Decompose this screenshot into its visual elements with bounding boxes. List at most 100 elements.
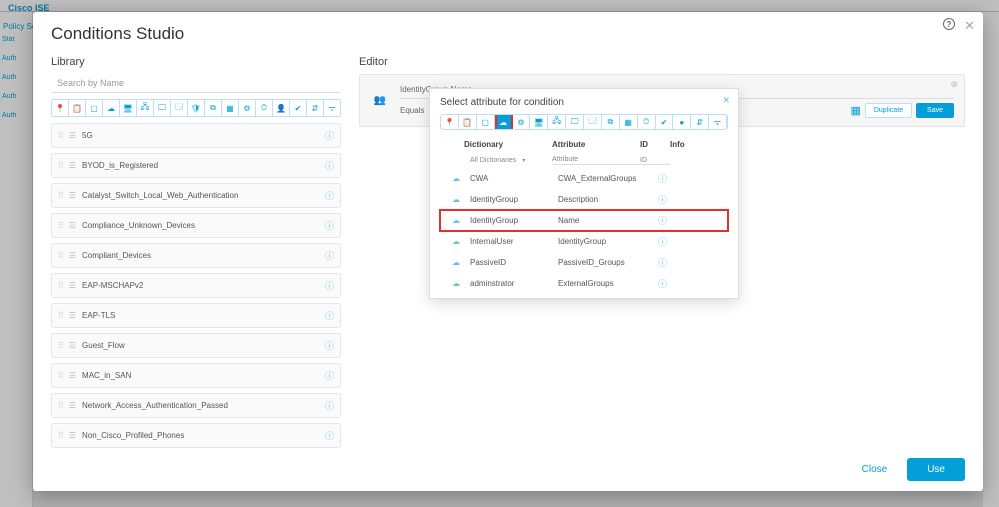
popup-close-icon[interactable]: ✕ — [722, 95, 730, 106]
library-item[interactable]: ⠿☰5Gⓘ — [51, 123, 341, 148]
editor-close-icon[interactable]: ⊗ — [950, 79, 958, 90]
editor-header: Editor — [359, 56, 965, 68]
filter-icon[interactable]: 📋 — [459, 115, 477, 129]
popup-filter-row[interactable]: All Dictionaries▾ Attribute ID — [440, 153, 728, 168]
filter-icon[interactable]: 👤 — [273, 100, 290, 116]
filter-icon[interactable]: ⧉ — [602, 115, 620, 129]
drag-grip-icon[interactable]: ⠿ — [58, 131, 63, 140]
filter-icon[interactable]: ● — [673, 115, 691, 129]
drag-grip-icon[interactable]: ⠿ — [58, 251, 63, 260]
drag-grip-icon[interactable]: ⠿ — [58, 341, 63, 350]
filter-icon[interactable]: 🛡 — [188, 100, 205, 116]
chevron-down-icon[interactable]: ▾ — [522, 157, 525, 164]
info-icon[interactable]: ⓘ — [325, 219, 334, 232]
filter-icon[interactable]: 🖥 — [530, 115, 548, 129]
drag-grip-icon[interactable]: ⠿ — [58, 431, 63, 440]
info-icon[interactable]: ⓘ — [658, 277, 667, 290]
library-item[interactable]: ⠿☰Compliance_Unknown_Devicesⓘ — [51, 213, 341, 238]
info-icon[interactable]: ⓘ — [325, 399, 334, 412]
doc-icon: ☰ — [69, 341, 76, 350]
info-icon[interactable]: ⓘ — [658, 193, 667, 206]
drag-grip-icon[interactable]: ⠿ — [58, 191, 63, 200]
drag-grip-icon[interactable]: ⠿ — [58, 161, 63, 170]
info-icon[interactable]: ⓘ — [658, 172, 667, 185]
person-group-icon: 👥 — [370, 91, 390, 111]
info-icon[interactable]: ⓘ — [325, 249, 334, 262]
drag-grip-icon[interactable]: ⠿ — [58, 311, 63, 320]
library-item[interactable]: ⠿☰Catalyst_Switch_Local_Web_Authenticati… — [51, 183, 341, 208]
drag-grip-icon[interactable]: ⠿ — [58, 371, 63, 380]
filter-icon[interactable]: ⏱ — [256, 100, 273, 116]
filter-icon[interactable]: ⇵ — [307, 100, 324, 116]
filter-icon[interactable]: ⚙ — [513, 115, 531, 129]
editor-panel: Editor ⊗ 👥 IdentityGroup·Name Equals Set… — [359, 56, 965, 448]
info-icon[interactable]: ⓘ — [325, 189, 334, 202]
filter-icon[interactable]: ✔ — [290, 100, 307, 116]
filter-icon[interactable]: 📍 — [441, 115, 459, 129]
attribute-row[interactable]: ☁InternalUserIdentityGroupⓘ — [440, 231, 728, 252]
filter-icon[interactable]: ▢ — [86, 100, 103, 116]
modal-body: Library Search by Name 📍📋▢☁🖥🖧🖵🗔🛡⧉▦⚙⏱👤✔⇵ᯤ… — [33, 50, 983, 448]
filter-icon[interactable]: ☁ — [495, 115, 513, 129]
row-icon: ☁ — [452, 237, 470, 246]
close-icon[interactable]: ✕ — [964, 18, 975, 34]
info-icon[interactable]: ⓘ — [325, 159, 334, 172]
library-item[interactable]: ⠿☰Guest_Flowⓘ — [51, 333, 341, 358]
filter-icon[interactable]: 📍 — [52, 100, 69, 116]
search-input[interactable]: Search by Name — [51, 74, 341, 93]
attribute-row[interactable]: ☁PassiveIDPassiveID_Groupsⓘ — [440, 252, 728, 273]
attribute-row[interactable]: ☁IdentityGroupDescriptionⓘ — [440, 189, 728, 210]
drag-grip-icon[interactable]: ⠿ — [58, 401, 63, 410]
info-icon[interactable]: ⓘ — [325, 429, 334, 442]
filter-icon[interactable]: ▦ — [222, 100, 239, 116]
filter-icon[interactable]: ☁ — [103, 100, 120, 116]
operator-dropdown[interactable]: Equals — [400, 106, 424, 115]
save-button[interactable]: Save — [916, 103, 954, 118]
info-icon[interactable]: ⓘ — [325, 129, 334, 142]
library-item[interactable]: ⠿☰EAP-TLSⓘ — [51, 303, 341, 328]
close-button[interactable]: Close — [852, 459, 898, 480]
drag-grip-icon[interactable]: ⠿ — [58, 221, 63, 230]
attribute-row[interactable]: ☁IdentityGroupNameⓘ — [440, 210, 728, 231]
filter-icon[interactable]: 📋 — [69, 100, 86, 116]
info-icon[interactable]: ⓘ — [658, 214, 667, 227]
filter-icon[interactable]: ✔ — [656, 115, 674, 129]
info-icon[interactable]: ⓘ — [325, 339, 334, 352]
modal-footer: Close Use — [33, 448, 983, 491]
info-icon[interactable]: ⓘ — [325, 309, 334, 322]
grid-view-icon[interactable]: ▦ — [850, 104, 860, 117]
info-icon[interactable]: ⓘ — [658, 256, 667, 269]
filter-icon[interactable]: ᯤ — [709, 115, 727, 129]
filter-icon[interactable]: 🖵 — [154, 100, 171, 116]
library-item[interactable]: ⠿☰MAC_in_SANⓘ — [51, 363, 341, 388]
filter-icon[interactable]: 🖵 — [566, 115, 584, 129]
filter-icon[interactable]: ⇵ — [691, 115, 709, 129]
filter-icon[interactable]: 🖧 — [137, 100, 154, 116]
use-button[interactable]: Use — [907, 458, 965, 481]
library-item[interactable]: ⠿☰BYOD_is_Registeredⓘ — [51, 153, 341, 178]
attribute-row[interactable]: ☁adminstratorExternalGroupsⓘ — [440, 273, 728, 294]
row-icon: ☁ — [452, 195, 470, 204]
help-icon[interactable]: ? — [943, 18, 955, 30]
info-icon[interactable]: ⓘ — [325, 369, 334, 382]
filter-icon[interactable]: ⏱ — [638, 115, 656, 129]
library-list[interactable]: ⠿☰5Gⓘ ⠿☰BYOD_is_Registeredⓘ ⠿☰Catalyst_Swi… — [51, 123, 341, 448]
filter-icon[interactable]: ᯤ — [324, 100, 340, 116]
filter-icon[interactable]: 🗔 — [584, 115, 602, 129]
filter-icon[interactable]: ⧉ — [205, 100, 222, 116]
filter-icon[interactable]: ▦ — [620, 115, 638, 129]
info-icon[interactable]: ⓘ — [325, 279, 334, 292]
filter-icon[interactable]: 🖥 — [120, 100, 137, 116]
attribute-row[interactable]: ☁CWACWA_ExternalGroupsⓘ — [440, 168, 728, 189]
filter-icon[interactable]: 🗔 — [171, 100, 188, 116]
library-item[interactable]: ⠿☰Network_Access_Authentication_Passedⓘ — [51, 393, 341, 418]
drag-grip-icon[interactable]: ⠿ — [58, 281, 63, 290]
library-item[interactable]: ⠿☰Compliant_Devicesⓘ — [51, 243, 341, 268]
filter-icon[interactable]: 🖧 — [548, 115, 566, 129]
duplicate-button[interactable]: Duplicate — [865, 103, 912, 118]
library-item[interactable]: ⠿☰EAP-MSCHAPv2ⓘ — [51, 273, 341, 298]
library-item[interactable]: ⠿☰Non_Cisco_Profiled_Phonesⓘ — [51, 423, 341, 448]
filter-icon[interactable]: ⚙ — [239, 100, 256, 116]
filter-icon[interactable]: ▢ — [477, 115, 495, 129]
info-icon[interactable]: ⓘ — [658, 235, 667, 248]
